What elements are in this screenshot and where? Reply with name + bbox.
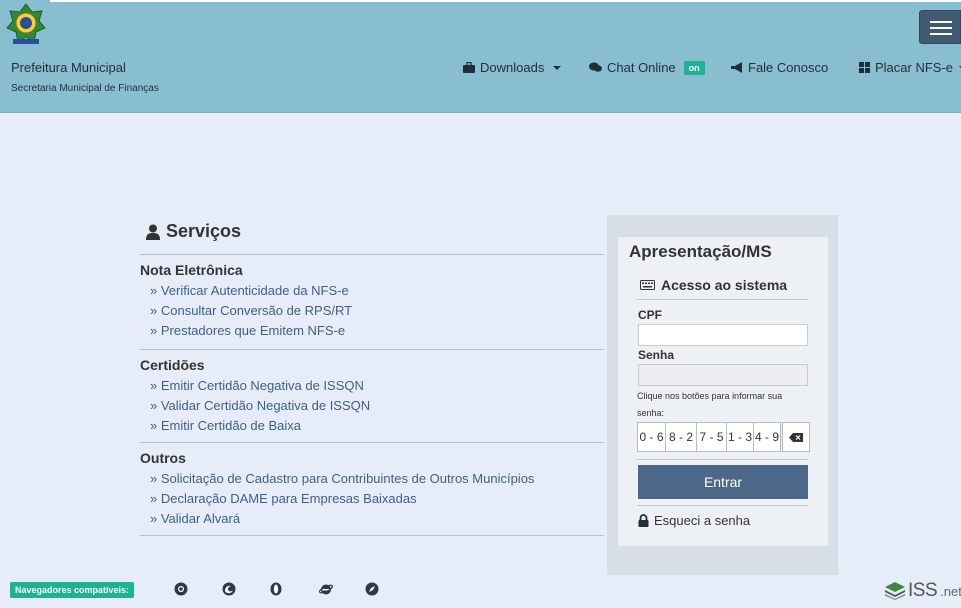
- nav-downloads[interactable]: Downloads: [463, 60, 562, 75]
- nav-contact[interactable]: Fale Conosco: [731, 60, 828, 75]
- keypad-key-1-3[interactable]: 1 - 3: [726, 422, 754, 452]
- grid-icon: [859, 62, 870, 73]
- keypad-key-7-5[interactable]: 7 - 5: [696, 422, 727, 452]
- nav-downloads-label: Downloads: [480, 60, 545, 75]
- header: [0, 0, 961, 113]
- nav-chat-label: Chat Online: [607, 60, 676, 75]
- backspace-icon: [789, 432, 803, 442]
- keyboard-icon: [640, 280, 655, 290]
- login-subtitle-label: Acesso ao sistema: [661, 277, 788, 293]
- link-validar-alvara[interactable]: Validar Alvará: [150, 511, 240, 526]
- safari-icon: [365, 582, 379, 596]
- password-label: Senha: [638, 348, 675, 362]
- org-subtitle: Secretaria Municipal de Finanças: [11, 83, 159, 94]
- compatible-browsers-label: Navegadores compatíveis:: [10, 582, 135, 598]
- nav-chat-online[interactable]: Chat Online on: [589, 60, 705, 75]
- link-consultar-conversao[interactable]: Consultar Conversão de RPS/RT: [150, 303, 352, 318]
- divider: [140, 442, 604, 443]
- login-subtitle: Acesso ao sistema: [640, 277, 787, 293]
- divider: [140, 535, 604, 536]
- divider: [140, 254, 604, 255]
- lock-icon: [638, 514, 649, 527]
- chat-bubbles-icon: [589, 62, 602, 72]
- keypad-key-0-6[interactable]: 0 - 6: [637, 422, 666, 452]
- divider: [140, 349, 604, 350]
- link-prestadores[interactable]: Prestadores que Emitem NFS-e: [150, 323, 345, 338]
- link-solicitacao-cadastro[interactable]: Solicitação de Cadastro para Contribuint…: [150, 471, 535, 486]
- cpf-label: CPF: [638, 308, 662, 322]
- iss-net-logo: ISS .net: [885, 580, 961, 602]
- keypad-key-4-9[interactable]: 4 - 9: [753, 422, 781, 452]
- iss-logo-suffix: .net: [940, 583, 961, 599]
- header-top-line: [50, 0, 961, 2]
- user-icon: [146, 224, 160, 240]
- keypad-key-8-2[interactable]: 8 - 2: [665, 422, 697, 452]
- nav-placar[interactable]: Placar NFS-e: [859, 60, 961, 75]
- internet-explorer-icon: [318, 582, 334, 596]
- backspace-button[interactable]: [782, 422, 810, 452]
- nav-placar-label: Placar NFS-e: [875, 60, 954, 75]
- section-heading-outros: Outros: [140, 450, 186, 466]
- section-heading-certidoes: Certidões: [140, 357, 205, 373]
- link-emitir-certidao-baixa[interactable]: Emitir Certidão de Baixa: [150, 418, 301, 433]
- briefcase-icon: [463, 62, 475, 73]
- divider: [637, 505, 808, 506]
- link-verificar-autenticidade[interactable]: Verificar Autenticidade da NFS-e: [150, 283, 349, 298]
- divider: [637, 459, 808, 460]
- iss-logo-text: ISS: [908, 580, 938, 601]
- firefox-icon: [222, 582, 236, 596]
- cpf-input[interactable]: [638, 324, 808, 346]
- forgot-password-label: Esqueci a senha: [654, 513, 751, 528]
- section-heading-nota: Nota Eletrônica: [140, 262, 243, 278]
- login-title: Apresentação/MS: [629, 242, 772, 261]
- password-hint: Clique nos botões para informar sua senh…: [637, 391, 783, 418]
- link-validar-certidao-negativa[interactable]: Validar Certidão Negativa de ISSQN: [150, 398, 370, 413]
- virtual-keypad: 0 - 6 8 - 2 7 - 5 1 - 3 4 - 9: [637, 422, 810, 452]
- services-title: Serviços: [146, 221, 241, 242]
- enter-button[interactable]: Entrar: [638, 465, 808, 499]
- coat-of-arms-logo[interactable]: [5, 2, 47, 48]
- divider: [637, 299, 808, 300]
- chrome-icon: [174, 582, 188, 596]
- chevron-down-icon: [553, 65, 562, 70]
- megaphone-icon: [731, 62, 742, 73]
- forgot-password-link[interactable]: Esqueci a senha: [638, 513, 750, 528]
- services-title-label: Serviços: [166, 221, 242, 241]
- nav-contact-label: Fale Conosco: [748, 60, 829, 75]
- iss-logo-icon: [885, 582, 905, 600]
- link-declaracao-dame[interactable]: Declaração DAME para Empresas Baixadas: [150, 491, 417, 506]
- opera-icon: [269, 582, 283, 596]
- menu-toggle-button[interactable]: [919, 10, 961, 44]
- link-emitir-certidao-negativa[interactable]: Emitir Certidão Negativa de ISSQN: [150, 378, 364, 393]
- org-title: Prefeitura Municipal: [11, 60, 126, 75]
- chat-status-badge: on: [683, 60, 705, 75]
- password-display: [638, 364, 808, 386]
